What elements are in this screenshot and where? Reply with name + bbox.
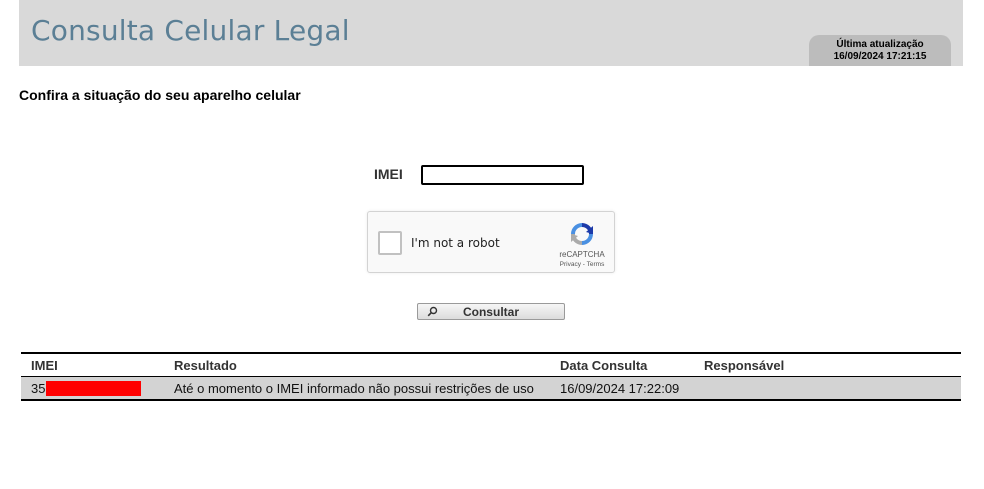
cell-resultado: Até o momento o IMEI informado não possu… (164, 376, 550, 401)
recaptcha-label: I'm not a robot (411, 236, 500, 250)
privacy-link[interactable]: Privacy (560, 261, 581, 268)
column-header-data-consulta: Data Consulta (550, 352, 694, 377)
imei-prefix: 35 (31, 380, 46, 396)
last-update-label: Última atualização (836, 39, 924, 50)
recaptcha-widget: I'm not a robot reCAPTCHA Privacy - Term… (367, 211, 615, 273)
cell-data-consulta: 16/09/2024 17:22:09 (550, 376, 694, 401)
results-table: IMEI Resultado Data Consulta Responsável… (21, 352, 961, 401)
imei-label: IMEI (374, 166, 403, 182)
consultar-button[interactable]: Consultar (417, 303, 565, 320)
terms-link[interactable]: Terms (587, 261, 605, 268)
site-header: Consulta Celular Legal Última atualizaçã… (19, 0, 963, 66)
recaptcha-links: Privacy - Terms (550, 261, 614, 268)
recaptcha-brand: reCAPTCHA (559, 250, 605, 259)
last-update-badge: Última atualização 16/09/2024 17:21:15 (809, 35, 951, 66)
column-header-imei: IMEI (21, 352, 164, 377)
last-update-datetime: 16/09/2024 17:21:15 (833, 51, 927, 62)
site-title: Consulta Celular Legal (31, 14, 350, 47)
recaptcha-checkbox[interactable] (378, 231, 402, 255)
results-header-row: IMEI Resultado Data Consulta Responsável (21, 352, 961, 377)
page-heading: Confira a situação do seu aparelho celul… (19, 87, 301, 103)
consultar-button-label: Consultar (462, 305, 519, 319)
cell-responsavel (694, 376, 961, 401)
column-header-resultado: Resultado (164, 352, 550, 377)
cell-imei: 35 (21, 376, 164, 401)
table-row: 35 Até o momento o IMEI informado não po… (21, 376, 961, 401)
column-header-responsavel: Responsável (694, 352, 961, 377)
redaction-block (46, 380, 142, 396)
imei-input[interactable] (421, 165, 584, 185)
recaptcha-logo-icon (571, 223, 593, 245)
links-separator: - (582, 261, 585, 268)
